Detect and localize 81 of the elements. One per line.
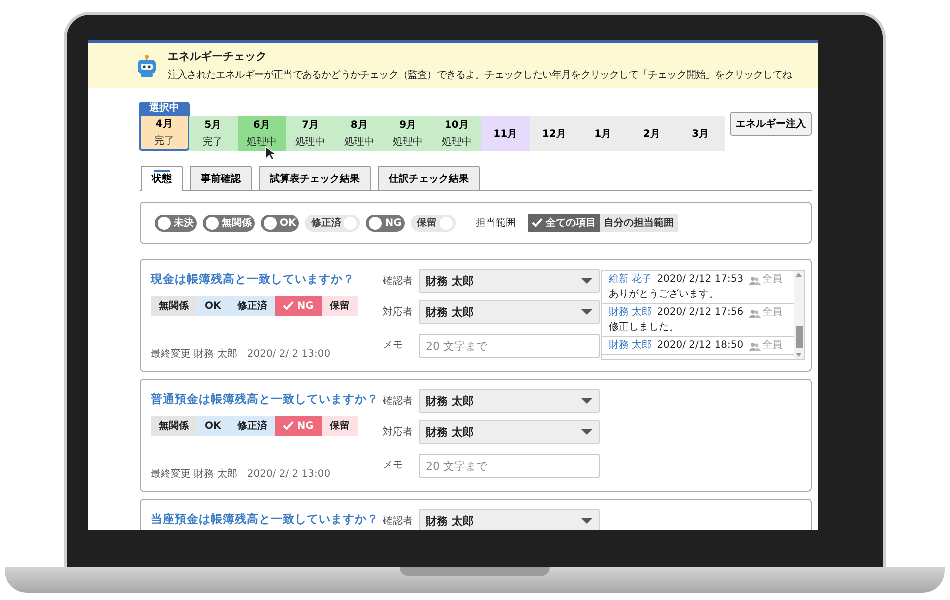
status-option[interactable]: OK	[197, 296, 230, 316]
check-icon	[283, 421, 294, 431]
check-icon	[532, 218, 543, 228]
audience-label: 全員	[762, 340, 783, 352]
status-option[interactable]: 修正済	[229, 416, 276, 436]
question-text: 当座預金は帳簿残高と一致していますか？	[151, 512, 379, 527]
field-label: 確認者	[383, 274, 414, 288]
robot-icon	[136, 54, 158, 76]
people-icon	[748, 276, 761, 284]
field-label: 対応者	[383, 426, 414, 439]
scroll-up-icon	[796, 273, 802, 277]
scroll-down-icon	[796, 353, 802, 357]
comment-author: 財務 太郎	[609, 307, 652, 319]
month-tab[interactable]: 8月 処理中	[335, 116, 384, 151]
month-tab[interactable]: 9月 処理中	[384, 116, 432, 151]
field-label: 確認者	[383, 514, 414, 528]
status-option[interactable]: 修正済	[229, 296, 276, 316]
last-modified-text: 最終変更 財務 太郎 2020/ 2/ 2 13:00	[151, 348, 331, 361]
field-label: 確認者	[383, 394, 414, 408]
month-tab[interactable]: 7月 処理中	[286, 116, 335, 151]
dropdown-caret-icon	[581, 429, 593, 435]
filter-toggle[interactable]: 無関係	[203, 214, 255, 232]
filter-toggle[interactable]: 修正済	[305, 214, 360, 232]
tab[interactable]: 事前確認	[190, 166, 252, 190]
comment-time: 2020/ 2/12 17:53	[657, 274, 744, 286]
tab[interactable]: 状態	[141, 166, 183, 191]
month-tab[interactable]: 3月	[676, 116, 725, 151]
status-option[interactable]: 保留	[322, 416, 358, 436]
comment-text: 修正しました。	[609, 322, 680, 334]
energy-inject-button[interactable]: エネルギー注入	[730, 112, 812, 136]
filter-toggle[interactable]: 未決	[155, 214, 197, 232]
people-icon	[748, 308, 761, 318]
field-label: メモ	[383, 458, 404, 472]
check-icon	[283, 301, 294, 311]
select-field[interactable]: 財務 太郎	[419, 389, 600, 413]
mouse-pointer-icon	[264, 146, 276, 161]
field-label: メモ	[383, 338, 404, 352]
filter-toggle[interactable]: OK	[261, 214, 300, 232]
scope-label: 担当範囲	[476, 216, 516, 230]
tab[interactable]: 試算表チェック結果	[259, 166, 371, 190]
scope-option[interactable]: 自分の担当範囲	[600, 214, 678, 232]
month-tab[interactable]: 4月 完了	[139, 116, 190, 151]
status-option[interactable]: 無関係	[151, 296, 197, 316]
filter-toggle[interactable]: NG	[366, 214, 405, 232]
comment-time: 2020/ 2/12 17:56	[657, 307, 744, 319]
dropdown-caret-icon	[581, 518, 593, 524]
comment-text: ありがとうございます。	[609, 289, 720, 301]
select-field[interactable]: 財務 太郎	[419, 420, 600, 444]
dropdown-caret-icon	[581, 278, 593, 284]
question-text: 現金は帳簿残高と一致していますか？	[151, 272, 355, 287]
status-option[interactable]: 保留	[322, 296, 358, 316]
app-description: 注入されたエネルギーが正当であるかどうかチェック（監査）できるよ。チェックしたい年月をクリックして「チェック開始」をクリックしてね	[168, 68, 792, 82]
filter-toggle[interactable]: 保留	[410, 214, 456, 232]
audience-label: 全員	[762, 307, 783, 319]
month-tab[interactable]: 1月	[578, 116, 628, 151]
comment-time: 2020/ 2/12 18:50	[657, 340, 744, 352]
month-tab[interactable]: 5月 完了	[188, 116, 238, 151]
status-option[interactable]: 無関係	[151, 416, 197, 436]
memo-field[interactable]: 20 文字まで	[419, 454, 600, 478]
month-tab[interactable]: 10月 処理中	[432, 116, 482, 151]
memo-field[interactable]: 20 文字まで	[419, 334, 600, 358]
field-label: 対応者	[383, 306, 414, 319]
comment-author: 財務 太郎	[609, 340, 652, 352]
selected-badge: 選択中	[139, 102, 190, 116]
last-modified-text: 最終変更 財務 太郎 2020/ 2/ 2 13:00	[151, 468, 331, 481]
dropdown-caret-icon	[581, 309, 593, 315]
scope-option[interactable]: 全ての項目	[528, 214, 600, 232]
dropdown-caret-icon	[581, 398, 593, 404]
status-option[interactable]: OK	[197, 416, 230, 436]
audience-label: 全員	[762, 274, 783, 286]
comment-author: 維新 花子	[609, 274, 652, 286]
tab[interactable]: 仕訳チェック結果	[378, 166, 480, 190]
month-tab[interactable]: 12月	[530, 116, 579, 151]
people-icon	[748, 342, 761, 350]
select-field[interactable]: 財務 太郎	[419, 269, 600, 293]
app-title: エネルギーチェック	[168, 49, 268, 64]
select-field[interactable]: 財務 太郎	[419, 300, 600, 324]
month-tab[interactable]: 2月	[628, 116, 676, 151]
month-tab[interactable]: 11月	[481, 116, 530, 151]
question-text: 普通預金は帳簿残高と一致していますか？	[151, 392, 379, 407]
select-field[interactable]: 財務 太郎	[419, 509, 600, 530]
